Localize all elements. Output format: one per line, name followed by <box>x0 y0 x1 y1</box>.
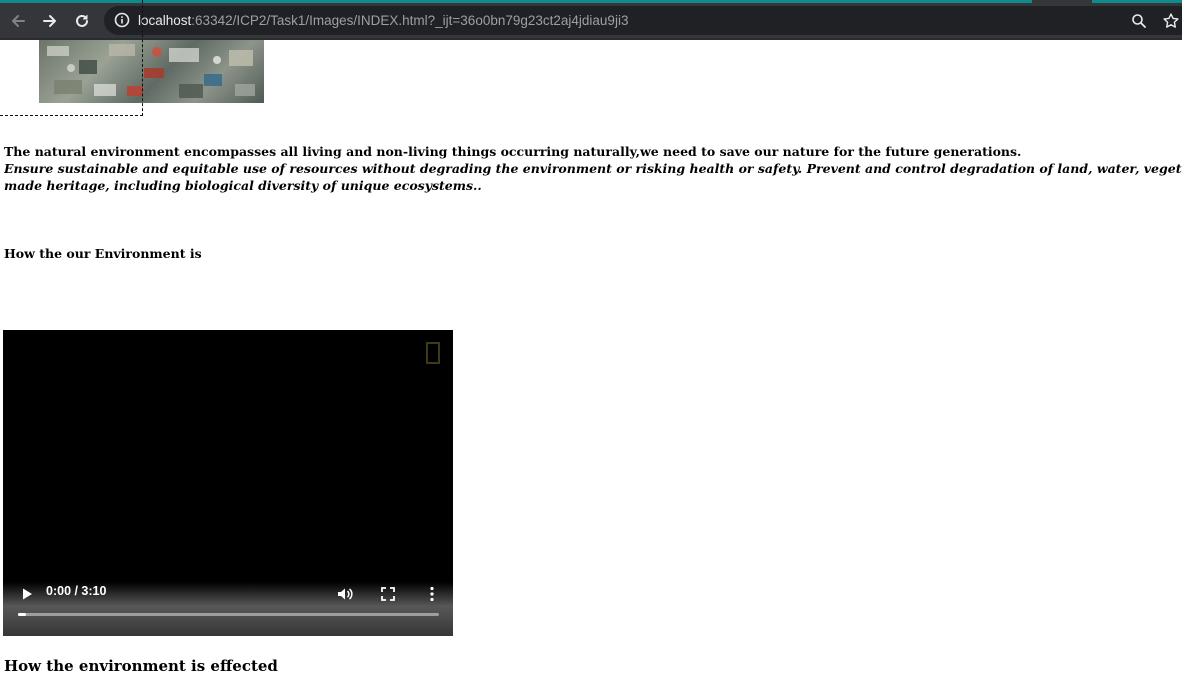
video-player[interactable]: 0:00 / 3:10 <box>3 330 453 636</box>
forward-arrow-icon <box>43 14 56 27</box>
browser-toolbar: localhost:63342/ICP2/Task1/Images/INDEX.… <box>0 3 1182 38</box>
url-text[interactable]: localhost:63342/ICP2/Task1/Images/INDEX.… <box>138 6 628 35</box>
dashed-guide-vertical <box>142 0 143 116</box>
star-icon <box>1163 12 1179 28</box>
back-button[interactable] <box>2 3 34 38</box>
bookmark-button[interactable] <box>1158 3 1182 38</box>
zoom-magnifier-icon <box>1132 13 1146 28</box>
reload-button[interactable] <box>66 3 98 38</box>
back-arrow-icon <box>12 14 25 27</box>
effected-heading: How the environment is effected <box>4 657 278 675</box>
address-bar[interactable]: localhost:63342/ICP2/Task1/Images/INDEX.… <box>104 6 1182 35</box>
dashed-guide-horizontal <box>0 115 143 116</box>
channel-logo-icon <box>426 342 440 364</box>
volume-icon[interactable] <box>336 585 354 603</box>
site-info-icon[interactable] <box>114 12 130 28</box>
forward-button[interactable] <box>34 3 66 38</box>
url-host: localhost <box>138 13 192 28</box>
video-progress-bar[interactable] <box>18 613 439 616</box>
intro-italic-line-2: made heritage, including biological dive… <box>4 178 482 193</box>
landfill-image <box>39 40 264 103</box>
environment-heading: How the our Environment is <box>4 246 202 261</box>
intro-italic-line-1: Ensure sustainable and equitable use of … <box>4 161 1182 176</box>
fullscreen-icon[interactable] <box>379 585 397 603</box>
zoom-button[interactable] <box>1126 3 1152 38</box>
play-icon[interactable] <box>19 586 35 602</box>
intro-paragraph: The natural environment encompasses all … <box>4 144 1022 159</box>
more-options-icon[interactable] <box>423 585 441 603</box>
video-controls: 0:00 / 3:10 <box>3 582 453 636</box>
video-time-display: 0:00 / 3:10 <box>46 584 107 598</box>
url-path: :63342/ICP2/Task1/Images/INDEX.html?_ijt… <box>191 13 629 28</box>
reload-icon <box>76 14 88 27</box>
video-progress-fill <box>18 613 27 616</box>
